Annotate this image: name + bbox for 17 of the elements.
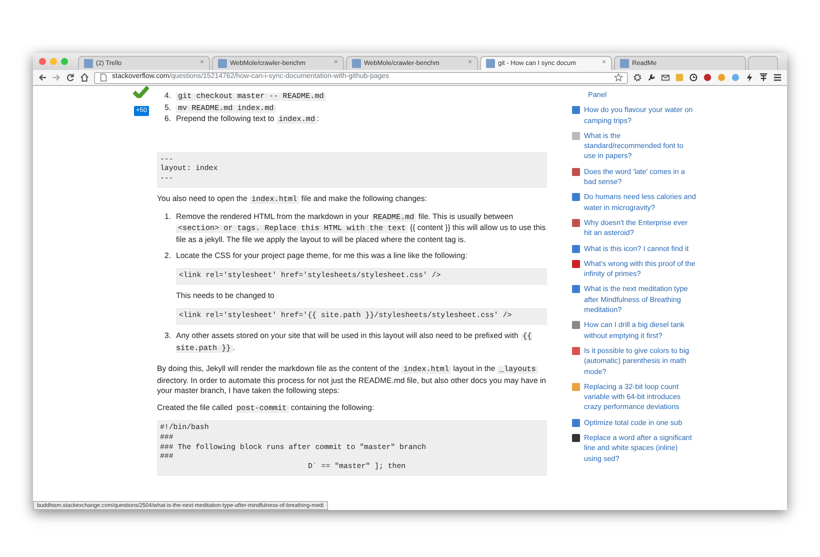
site-icon [620, 59, 629, 68]
lightning-icon[interactable] [745, 73, 754, 82]
reload-icon[interactable] [66, 73, 75, 82]
star-icon[interactable] [614, 73, 623, 82]
extension-icon[interactable] [759, 73, 768, 82]
site-icon [218, 59, 227, 68]
home-icon[interactable] [80, 73, 89, 82]
page-icon [99, 73, 108, 82]
back-icon[interactable] [38, 73, 47, 82]
site-icon [486, 59, 495, 68]
site-icon [352, 59, 361, 68]
site-icon [84, 59, 93, 68]
gear-icon[interactable] [633, 73, 642, 82]
mail-icon[interactable] [661, 73, 670, 82]
wrench-icon[interactable] [647, 73, 656, 82]
clock-icon[interactable] [689, 73, 698, 82]
menu-icon[interactable] [773, 73, 782, 82]
